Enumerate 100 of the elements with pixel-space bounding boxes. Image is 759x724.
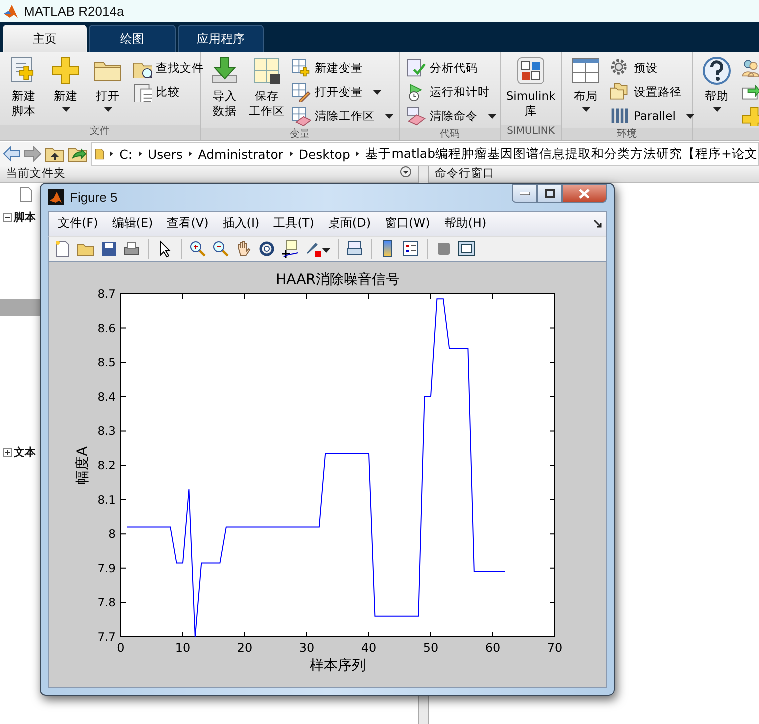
ribbon-button[interactable]: 帮助 xyxy=(697,56,737,128)
path-segment[interactable]: Desktop xyxy=(298,146,350,162)
chevron-icon xyxy=(188,150,192,158)
file-icon xyxy=(20,187,33,203)
toolbar-button[interactable] xyxy=(188,238,208,259)
menu-item[interactable]: 编辑(E) xyxy=(105,215,160,232)
tick-label: 30 xyxy=(299,641,315,656)
path-segment[interactable]: Administrator xyxy=(198,146,284,162)
menu-item[interactable]: 文件(F) xyxy=(51,215,106,232)
eraser-icon xyxy=(406,106,426,126)
menu-item[interactable]: 帮助(H) xyxy=(437,215,494,232)
new-file-icon xyxy=(54,240,72,258)
plus-icon xyxy=(741,106,759,126)
path-field[interactable]: C: Users Administrator Desktop 基于matlab编程肿瘤基因图谱信息提取和分类方法研究【程序+论文 xyxy=(91,142,759,166)
panel-title: 当前文件夹 xyxy=(6,166,66,181)
ribbon-button[interactable]: 新建变量 xyxy=(289,56,396,80)
ribbon-button[interactable]: 清除命令 xyxy=(404,104,499,128)
ribbon-button[interactable]: 预设 xyxy=(608,56,697,80)
ribbon-tab[interactable]: 应用程序 xyxy=(178,25,264,52)
ribbon-button[interactable]: 清除工作区 xyxy=(289,104,396,128)
menu-item[interactable]: 窗口(W) xyxy=(378,215,438,232)
rotate-icon xyxy=(258,240,276,258)
ribbon-button[interactable]: 导入 数据 xyxy=(205,56,245,128)
data-cursor-icon xyxy=(281,240,299,258)
close-button[interactable] xyxy=(562,184,607,203)
people-icon xyxy=(741,58,759,78)
ribbon-button[interactable]: 布局 xyxy=(566,56,606,128)
restore-icon xyxy=(544,189,554,198)
ribbon-button[interactable]: 新建 xyxy=(46,56,86,125)
ribbon-button[interactable]: 查找文件 xyxy=(130,56,206,80)
tick-label: 70 xyxy=(547,641,563,656)
tick-label: 8.2 xyxy=(98,458,116,473)
path-segment[interactable]: 基于matlab编程肿瘤基因图谱信息提取和分类方法研究【程序+论文 xyxy=(366,146,758,162)
tick-label: 0 xyxy=(117,641,125,656)
zoom-in-icon xyxy=(189,240,207,258)
chevron-icon xyxy=(356,150,360,158)
panel-window-icon xyxy=(458,240,476,258)
peak-logo-icon xyxy=(3,3,19,19)
back-button[interactable] xyxy=(3,146,21,162)
grid-plus-icon xyxy=(291,58,311,78)
tick-label: 7.7 xyxy=(98,630,116,644)
ribbon-button[interactable]: 保存 工作区 xyxy=(247,56,287,128)
tick-label: 8.3 xyxy=(98,424,116,438)
window-title: Figure 5 xyxy=(70,190,119,205)
toolbar-button[interactable] xyxy=(401,238,421,259)
tick-label: 8.4 xyxy=(98,390,116,404)
minimize-icon xyxy=(520,192,530,196)
maximize-button[interactable] xyxy=(537,184,562,203)
ribbon-tab[interactable]: 绘图 xyxy=(89,25,176,52)
plus-icon xyxy=(51,56,81,86)
menu-item[interactable]: 查看(V) xyxy=(160,215,216,232)
browse-button[interactable] xyxy=(68,146,88,162)
section-label: 环境 xyxy=(616,128,638,140)
section-label: SIMULINK xyxy=(506,125,556,140)
collapse-icon[interactable] xyxy=(3,212,12,222)
toolbar-button[interactable] xyxy=(211,238,231,259)
menu-item[interactable]: 桌面(D) xyxy=(321,215,378,232)
tick-label: 8 xyxy=(108,527,116,542)
ribbon-tab[interactable]: 主页 xyxy=(3,25,87,52)
ribbon-button[interactable]: Parallel xyxy=(608,104,697,128)
folder-up-icon xyxy=(45,146,65,162)
folder-group-label[interactable]: 文本 xyxy=(14,444,36,460)
ribbon-button[interactable]: 分析代码 xyxy=(404,56,499,80)
download-arrow-icon xyxy=(210,56,240,86)
path-segment[interactable]: C: xyxy=(120,146,133,162)
chevron-icon xyxy=(110,150,114,158)
zoom-out-icon xyxy=(212,240,230,258)
folders-icon xyxy=(610,82,630,102)
dock-arrow-icon[interactable] xyxy=(594,220,602,228)
ribbon-button[interactable]: 运行和计时 xyxy=(404,80,499,104)
ribbon-button[interactable]: 打开 xyxy=(88,56,128,125)
tick-label: 50 xyxy=(423,641,439,656)
path-segment[interactable]: Users xyxy=(148,146,183,162)
tick-label: 60 xyxy=(485,641,501,656)
envelope-arrow-icon xyxy=(741,82,759,102)
ribbon-button[interactable]: 打开变量 xyxy=(289,80,396,104)
window-title: MATLAB R2014a xyxy=(24,4,124,18)
minimize-button[interactable] xyxy=(512,184,537,203)
ribbon-button[interactable]: 新建 脚本 xyxy=(4,56,44,125)
expand-icon[interactable] xyxy=(3,448,12,456)
toolbar-button[interactable] xyxy=(457,238,477,259)
up-folder-button[interactable] xyxy=(45,146,65,162)
legend-icon xyxy=(402,240,420,258)
menu-item[interactable]: 工具(T) xyxy=(266,215,322,232)
document-check-icon xyxy=(406,58,426,78)
tick-label: 8.6 xyxy=(98,321,116,336)
toolbar-button[interactable] xyxy=(280,238,300,259)
ribbon-button[interactable]: Simulink 库 xyxy=(505,56,557,125)
bars-icon xyxy=(610,106,630,126)
left-arrow-icon xyxy=(3,146,21,162)
menu-item[interactable]: 插入(I) xyxy=(216,215,267,232)
help-icon xyxy=(702,56,732,86)
grid-disk-icon xyxy=(252,56,282,86)
folder-group-label[interactable]: 脚本 xyxy=(14,210,36,224)
save-icon xyxy=(100,240,118,258)
right-arrow-icon xyxy=(24,146,42,162)
ribbon-button[interactable]: 设置路径 xyxy=(608,80,697,104)
ribbon-button[interactable]: 比较 xyxy=(130,80,206,104)
peak-logo-icon xyxy=(48,189,64,206)
tick-label: 7.9 xyxy=(98,561,116,576)
